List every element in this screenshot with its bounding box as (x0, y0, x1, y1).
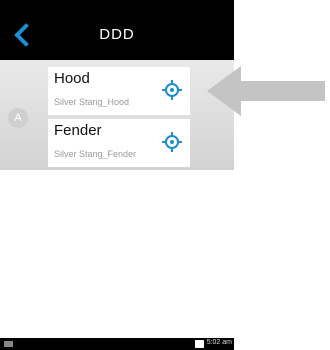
page-title: DDD (99, 26, 135, 43)
back-button[interactable] (8, 20, 38, 50)
crosshair-target-icon[interactable] (161, 131, 183, 153)
list-item-name: Fender (54, 122, 102, 139)
list-item-name: Hood (54, 70, 90, 87)
arrow-left-icon (207, 66, 325, 116)
top-status-strip (0, 0, 234, 10)
item-list: A Hood Silver Stang_Hood Fender Silver S… (0, 60, 234, 170)
nav-bar: DDD (0, 10, 234, 60)
bottom-status-bar: 5:02 am (0, 338, 234, 350)
app-screen: DDD A Hood Silver Stang_Hood Fender Silv… (0, 0, 234, 350)
section-index-letter: A (8, 108, 28, 128)
crosshair-target-icon[interactable] (161, 79, 183, 101)
list-item-subtitle: Silver Stang_Fender (54, 149, 137, 159)
status-time: 5:02 am (206, 339, 232, 346)
list-item-subtitle: Silver Stang_Hood (54, 97, 130, 107)
keyboard-icon (4, 341, 13, 347)
chevron-left-icon (14, 23, 29, 47)
list-item-hood[interactable]: Hood Silver Stang_Hood (48, 67, 190, 115)
list-item-fender[interactable]: Fender Silver Stang_Fender (48, 119, 190, 167)
battery-icon (195, 340, 204, 348)
